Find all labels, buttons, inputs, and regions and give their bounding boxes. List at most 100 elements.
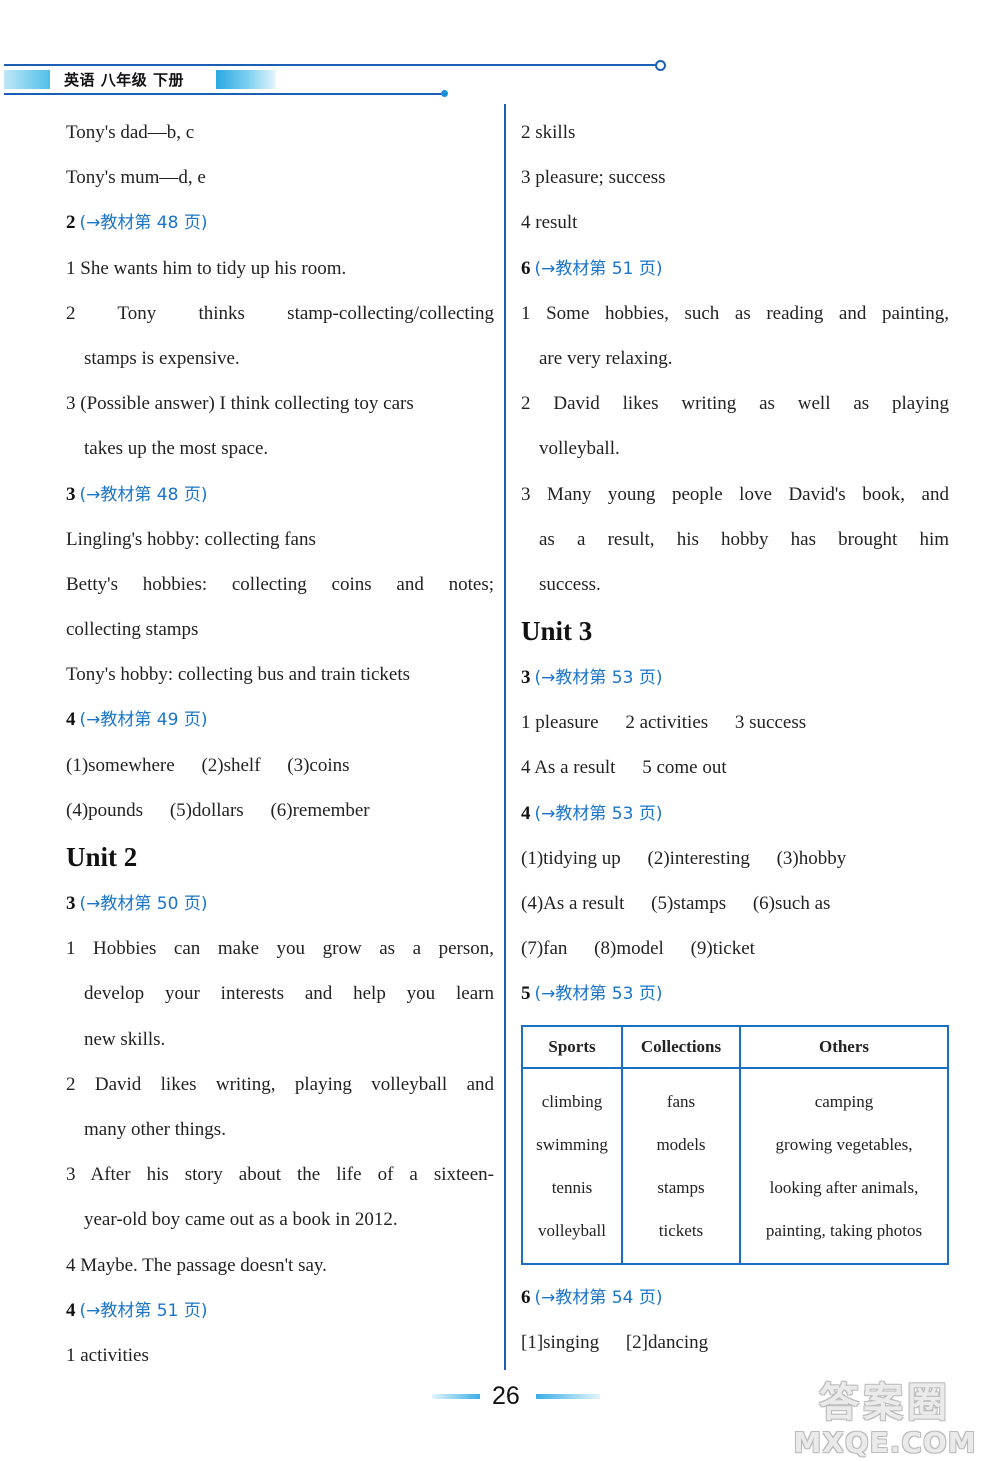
table-cell: volleyball [521,1209,623,1264]
table-row: swimming models growing vegetables, [521,1123,949,1167]
page-footer: 26 [432,1382,607,1412]
answer-line: many other things. [84,1118,226,1140]
table-row: volleyball tickets painting, taking phot… [521,1209,949,1264]
answer-line: success. [539,573,601,595]
answer-line: Lingling's hobby: collecting fans [66,528,316,550]
textbook-page-ref: (→教材第 50 页) [79,894,208,914]
section-heading: 2 (→教材第 48 页) [66,200,494,245]
answer-item: (9)ticket [690,938,755,960]
answer-line: 1 She wants him to tidy up his room. [66,257,347,279]
section-heading: 4 (→教材第 49 页) [66,697,494,742]
answer-line: volleyball. [539,438,620,460]
section-heading: 6 (→教材第 54 页) [521,1275,949,1320]
answer-line: 1 Some hobbies, such as reading and pain… [521,302,949,324]
table-cell: climbing [521,1067,623,1124]
section-number: 6 [521,1286,531,1308]
answer-line: as a result, his hobby has brought him [539,528,949,550]
table-cell: models [621,1123,741,1167]
answer-item: (5)stamps [651,893,727,914]
answer-item: [2]dancing [625,1331,709,1353]
answer-row: 4 As a result 5 come out [521,745,949,790]
answer-row: (1)tidying up (2)interesting (3)hobby [521,836,949,881]
table-cell: tickets [621,1209,741,1264]
answer-line: 2 David likes writing, playing volleybal… [66,1073,494,1095]
section-number: 5 [521,983,531,1005]
answer-line: Tony's mum—d, e [66,167,206,189]
section-heading: 5 (→教材第 53 页) [521,971,949,1016]
answer-row: (4)pounds (5)dollars (6)remember [66,788,494,833]
header-rule-end-dot-icon [441,90,448,97]
answer-line: 2 skills [521,122,576,143]
section-number: 6 [521,257,531,279]
answer-line: 4 Maybe. The passage doesn't say. [66,1254,327,1276]
answer-line: Tony's dad—b, c [66,122,195,143]
answer-item: 3 success [734,712,807,734]
answer-line: Betty's hobbies: collecting coins and no… [66,573,494,595]
answer-item: (3)coins [287,754,350,776]
answer-item: 5 come out [642,757,727,779]
answer-line: year-old boy came out as a book in 2012. [84,1209,398,1231]
answer-item: 1 pleasure [521,712,599,734]
answer-row: (4)As a result (5)stamps (6)such as [521,881,949,926]
watermark-domain: MXQE.COM [793,1426,977,1459]
table-cell: painting, taking photos [739,1209,949,1264]
answer-row: (7)fan (8)model (9)ticket [521,926,949,971]
answer-line: collecting stamps [66,619,199,641]
table-cell: fans [621,1067,741,1124]
answer-row: [1]singing [2]dancing [521,1320,949,1365]
header-rule-top [4,64,656,66]
column-divider [504,104,506,1370]
textbook-page-ref: (→教材第 49 页) [79,710,208,731]
section-heading: 4 (→教材第 53 页) [521,791,949,836]
page-number: 26 [492,1382,520,1410]
right-column: 2 skills 3 pleasure; success 4 result 6(… [521,110,949,1365]
watermark-logo-text: 答案圈 [819,1380,951,1426]
textbook-page-ref: (→教材第 51 页) [534,258,663,279]
section-number: 3 [66,893,76,914]
answer-line: develop your interests and help you lear… [84,983,494,1005]
answer-item: (6)such as [752,893,831,914]
answer-item: (5)dollars [169,799,244,821]
column-header-others: Others [739,1024,949,1069]
answer-item: (3)hobby [776,847,847,869]
book-title: 英语 八年级 下册 [64,71,184,89]
section-number: 4 [66,1299,76,1321]
section-heading: 3 (→教材第 48 页) [66,472,494,517]
section-heading: 4 (→教材第 51 页) [66,1288,494,1333]
section-heading: 3 (→教材第 53 页) [521,655,949,700]
section-number: 4 [521,802,531,824]
column-header-sports: Sports [521,1024,623,1069]
header-decor-left [4,70,50,89]
section-number: 4 [66,709,76,731]
answer-line: takes up the most space. [84,438,269,460]
header-rule-bottom [4,93,444,95]
textbook-page-ref: (→教材第 53 页) [534,984,663,1005]
answer-line: Tony's hobby: collecting bus and train t… [66,664,411,686]
table-cell: growing vegetables, [739,1123,949,1167]
answer-item: (4)As a result [521,893,625,914]
textbook-page-ref: (→教材第 48 页) [79,213,208,234]
answer-line: stamps is expensive. [84,347,240,369]
column-header-collections: Collections [621,1024,741,1069]
textbook-page-ref: (→教材第 48 页) [79,484,208,505]
answer-item: [1]singing [521,1331,600,1353]
table-header-row: Sports Collections Others [521,1024,949,1069]
answer-item: (7)fan [521,938,568,960]
answer-line: 2 David likes writing as well as playing [521,393,949,415]
answer-row: (1)somewhere (2)shelf (3)coins [66,743,494,788]
answer-line: are very relaxing. [539,347,673,369]
table-cell: camping [739,1067,949,1124]
table-cell: swimming [521,1123,623,1167]
answer-line: 1 activities [66,1344,149,1366]
footer-decor-left [432,1394,480,1399]
answer-item: 2 activities [625,712,709,734]
answer-line: 4 result [521,212,578,234]
answer-item: (6)remember [270,799,370,821]
header-decor-right [216,70,276,89]
section-number: 3 [521,667,531,689]
unit-heading: Unit 2 [66,842,138,872]
answer-item: (1)somewhere [66,754,175,776]
textbook-page-ref: (→教材第 53 页) [534,803,663,824]
textbook-page-ref: (→教材第 54 页) [534,1287,663,1308]
table-row: climbing fans camping [521,1067,949,1124]
